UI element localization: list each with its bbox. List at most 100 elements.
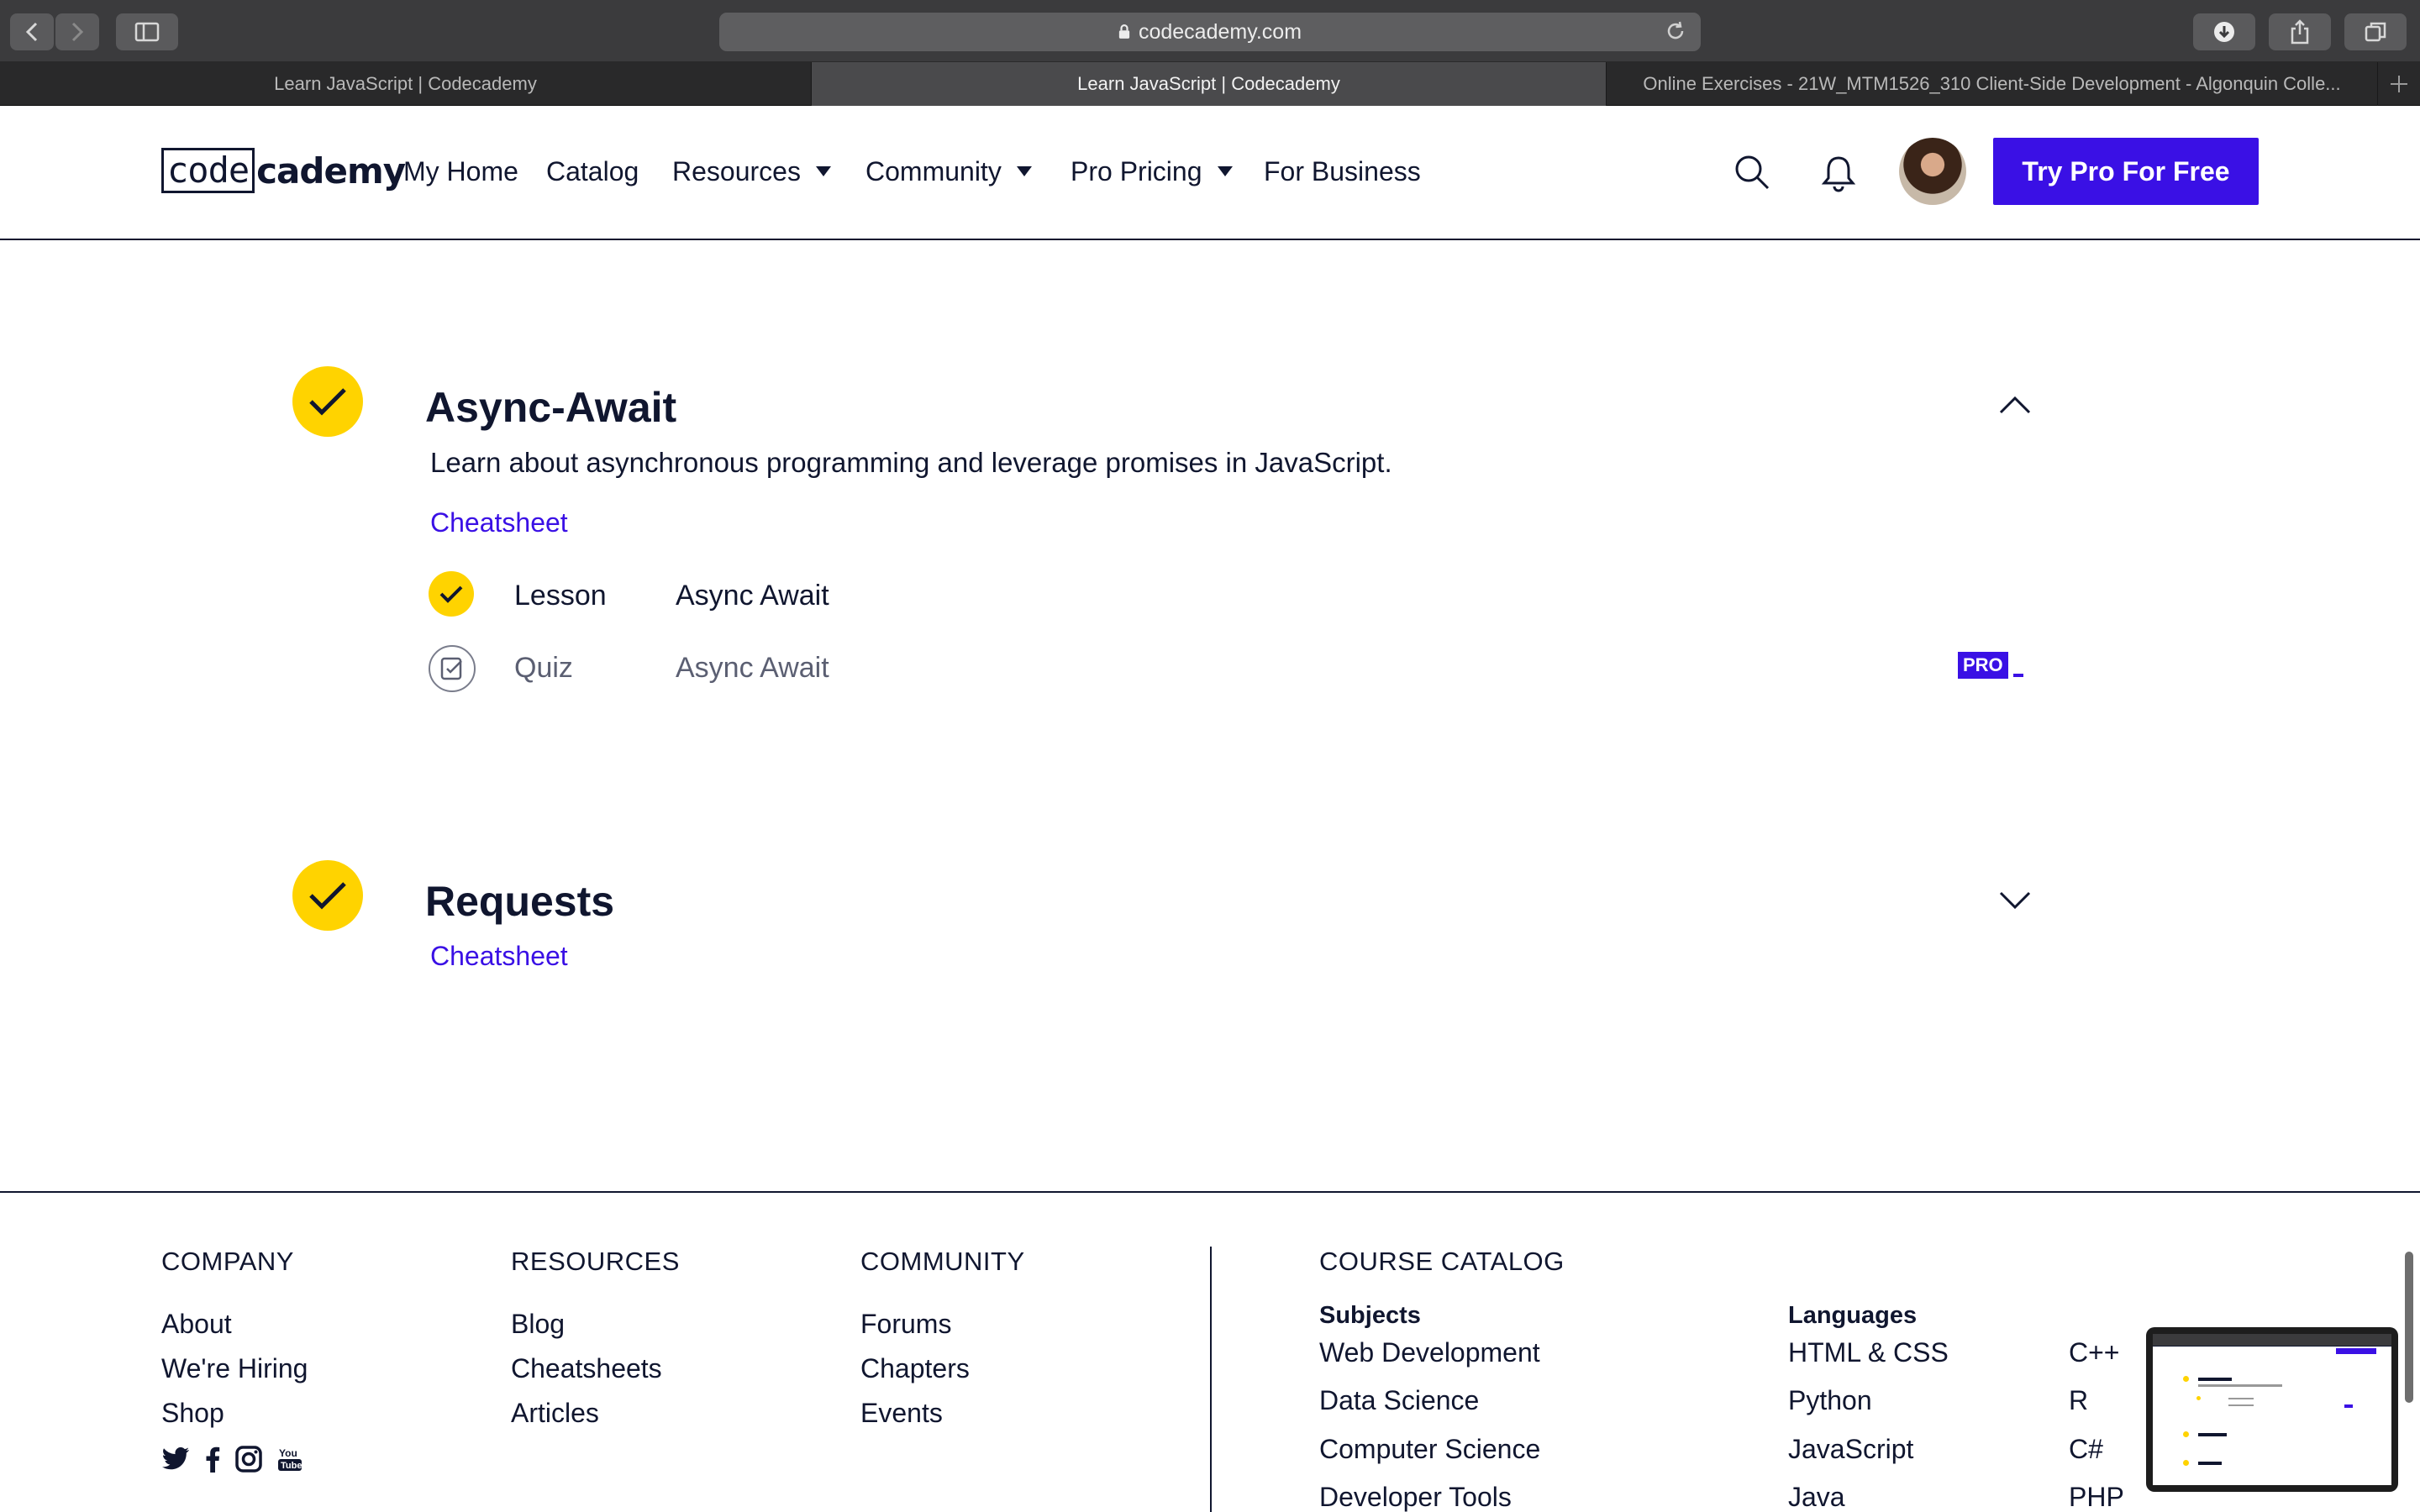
checkmark-icon [309,388,346,416]
nav-label: Pro Pricing [1071,155,1202,186]
page-scrollbar[interactable] [2405,1252,2413,1403]
footer-link[interactable]: Computer Science [1319,1434,1540,1465]
footer-link[interactable]: About [161,1309,232,1340]
sidebar-icon [134,22,160,42]
nav-label: Catalog [546,155,639,186]
svg-text:Tube: Tube [281,1461,302,1471]
back-button[interactable] [10,13,54,50]
caret-down-icon [815,166,831,176]
download-icon [2214,22,2234,42]
reload-icon[interactable] [1664,19,1687,43]
footer-divider [1210,1247,1212,1512]
footer-link[interactable]: Java [1788,1482,1845,1512]
nav-resources[interactable]: Resources [672,150,831,193]
item-type-lesson: Lesson [514,580,607,612]
sidebar-toggle-button[interactable] [116,13,178,50]
nav-label: My Home [403,155,518,186]
footer-link[interactable]: Blog [511,1309,565,1340]
footer-link[interactable]: PHP [2069,1482,2124,1512]
bell-icon[interactable] [1820,153,1857,193]
forward-button[interactable] [55,13,99,50]
footer-link[interactable]: C++ [2069,1337,2119,1368]
item-type-quiz: Quiz [514,652,573,684]
nav-label: Community [865,155,1002,186]
social-links: You Tube [161,1445,302,1473]
tab-title: Learn JavaScript | Codecademy [274,73,537,94]
share-icon [2291,19,2309,45]
footer-link[interactable]: Cheatsheets [511,1353,662,1384]
footer-link[interactable]: Articles [511,1398,599,1429]
plus-icon [2391,76,2407,92]
footer-link[interactable]: Developer Tools [1319,1482,1512,1512]
logo-box-text: code [161,148,255,193]
lesson-complete-check-icon [429,571,474,617]
lesson-link[interactable]: Async Await [676,580,829,612]
browser-toolbar: codecademy.com [0,0,2420,62]
footer-link[interactable]: C# [2069,1434,2103,1465]
checkmark-icon [309,882,346,910]
quiz-pencil-icon [440,657,462,680]
browser-tab[interactable]: Online Exercises - 21W_MTM1526_310 Clien… [1607,62,2378,106]
caret-down-icon [1217,166,1233,176]
footer-link[interactable]: We're Hiring [161,1353,308,1384]
cheatsheet-link[interactable]: Cheatsheet [430,941,568,972]
browser-tab-strip: Learn JavaScript | Codecademy Learn Java… [0,62,2420,106]
new-tab-button[interactable] [2378,62,2420,106]
nav-label: For Business [1264,155,1421,186]
thumbnail-screen [2153,1334,2391,1485]
footer-link[interactable]: Data Science [1319,1385,1479,1416]
address-bar[interactable]: codecademy.com [719,13,1701,51]
facebook-icon[interactable] [205,1446,220,1473]
downloads-button[interactable] [2193,13,2255,50]
youtube-icon[interactable]: You Tube [277,1446,302,1473]
browser-tab[interactable]: Learn JavaScript | Codecademy [0,62,812,106]
screenshot-thumbnail-preview[interactable] [2146,1327,2398,1492]
module-title[interactable]: Requests [425,877,614,926]
tab-overview-button[interactable] [2344,13,2407,50]
nav-my-home[interactable]: My Home [403,150,518,193]
footer-link[interactable]: Web Development [1319,1337,1540,1368]
nav-pro-pricing[interactable]: Pro Pricing [1071,150,1233,193]
module-complete-check-icon [292,860,363,931]
avatar[interactable] [1899,138,1966,205]
tabs-icon [2365,22,2386,42]
cheatsheet-link[interactable]: Cheatsheet [430,507,568,538]
footer-link[interactable]: Python [1788,1385,1872,1416]
quiz-link[interactable]: Async Await [676,652,829,685]
footer-subheading-languages: Languages [1788,1302,1918,1329]
module-complete-check-icon [292,366,363,437]
module-description: Learn about asynchronous programming and… [430,447,1392,478]
instagram-icon[interactable] [235,1446,262,1473]
nav-for-business[interactable]: For Business [1264,150,1421,193]
try-pro-button[interactable]: Try Pro For Free [1993,138,2259,205]
footer-link[interactable]: Events [860,1398,943,1429]
footer-link[interactable]: Shop [161,1398,224,1429]
nav-community[interactable]: Community [865,150,1032,193]
lock-icon [1118,24,1130,39]
footer-link[interactable]: HTML & CSS [1788,1337,1949,1368]
footer-link[interactable]: Chapters [860,1353,970,1384]
footer-heading-community: COMMUNITY [860,1247,1025,1276]
quiz-icon [429,645,476,692]
tab-title: Online Exercises - 21W_MTM1526_310 Clien… [1643,73,2341,94]
checkmark-icon [439,585,463,603]
pro-badge: PRO [1958,652,2008,679]
url-text: codecademy.com [1138,19,1302,44]
footer-heading-resources: RESOURCES [511,1247,680,1276]
chevron-down-icon[interactable] [1998,890,2032,911]
browser-tab-active[interactable]: Learn JavaScript | Codecademy [812,62,1607,106]
footer-link[interactable]: JavaScript [1788,1434,1913,1465]
share-button[interactable] [2269,13,2331,50]
nav-catalog[interactable]: Catalog [546,150,639,193]
codecademy-logo[interactable]: code cademy [161,148,406,193]
footer-link[interactable]: R [2069,1385,2088,1416]
twitter-icon[interactable] [161,1447,190,1471]
chevron-right-icon [71,22,84,42]
footer-link[interactable]: Forums [860,1309,951,1340]
svg-text:You: You [279,1447,297,1459]
module-title[interactable]: Async-Await [425,383,676,432]
chevron-up-icon[interactable] [1998,395,2032,415]
search-icon[interactable] [1733,153,1771,192]
nav-label: Resources [672,155,801,186]
caret-down-icon [1016,166,1032,176]
